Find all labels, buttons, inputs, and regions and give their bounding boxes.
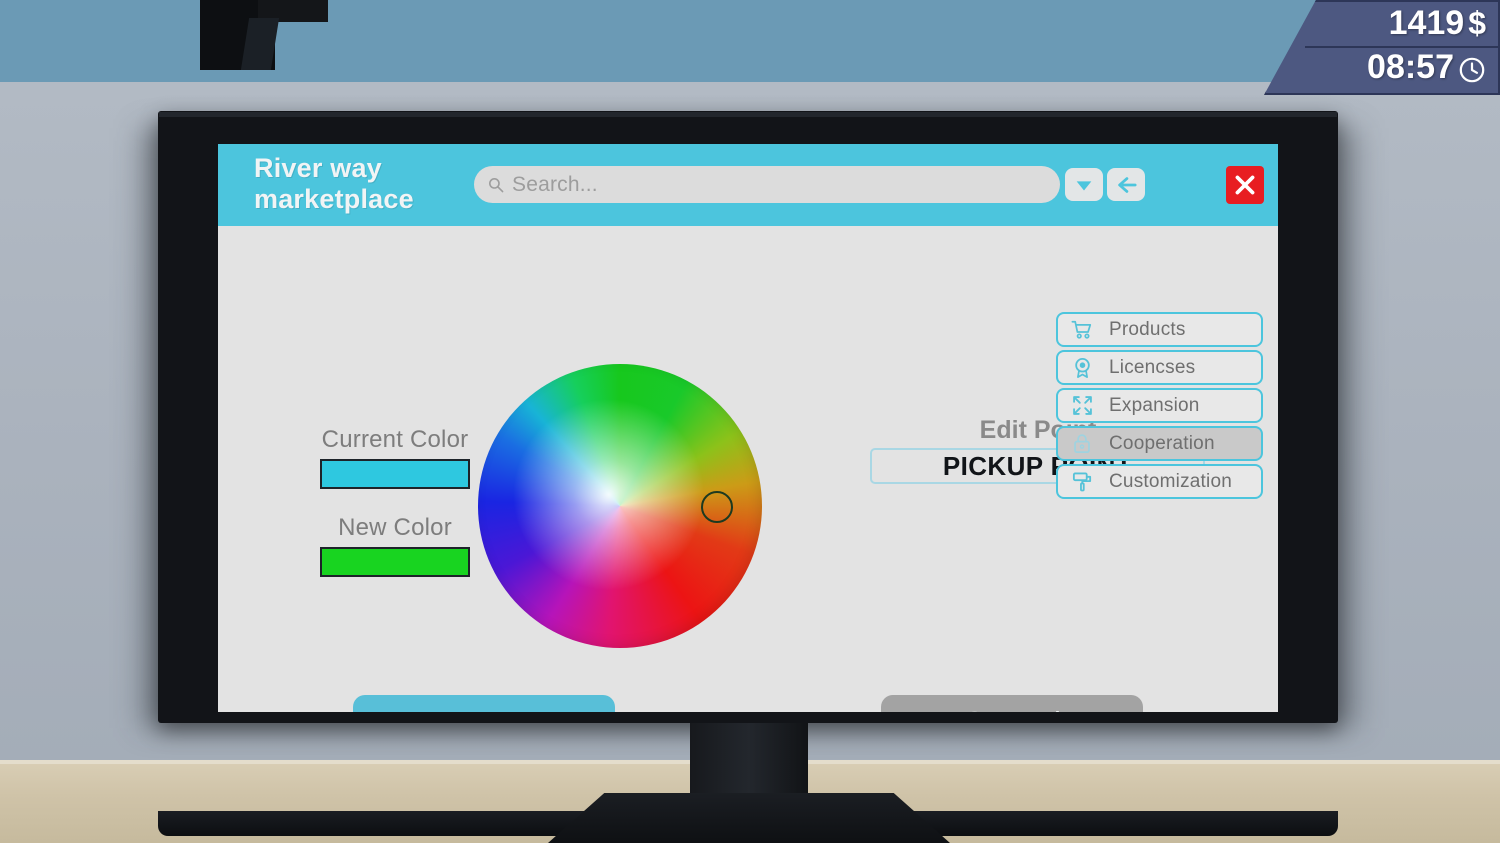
color-wheel-selector[interactable] [701, 491, 733, 523]
chevron-down-icon [1076, 180, 1092, 190]
back-arrow-icon [1118, 176, 1137, 193]
hud-time: 08:57 [1367, 48, 1486, 87]
dollar-icon: $ [1468, 5, 1486, 41]
monitor-stand-base [548, 793, 950, 843]
dropdown-button[interactable] [1065, 168, 1103, 201]
monitor-top-bevel [159, 112, 1337, 117]
clock-icon [1458, 54, 1486, 82]
app-header: River way marketplace Search... [218, 144, 1278, 226]
padlock-icon [1065, 430, 1099, 458]
menu-item-label: Customization [1109, 470, 1232, 492]
screen-content: River way marketplace Search... Current … [218, 144, 1278, 712]
app-title-line-1: River way [254, 153, 382, 183]
app-title-line-2: marketplace [254, 184, 414, 214]
new-color-label: New Color [338, 514, 452, 541]
color-wheel-area[interactable] [478, 364, 766, 652]
shopping-cart-icon [1065, 316, 1099, 344]
close-button[interactable] [1226, 166, 1264, 204]
current-color-swatch [320, 459, 470, 489]
menu-item-label: Cooperation [1109, 432, 1215, 454]
cancel-button[interactable]: Cancel [881, 695, 1143, 712]
search-placeholder-text: Search... [512, 172, 598, 196]
paint-roller-icon [1065, 468, 1099, 496]
close-x-icon [1235, 175, 1255, 195]
menu-item-customization[interactable]: Customization [1056, 464, 1263, 499]
menu-item-label: Licencses [1109, 356, 1196, 378]
app-body: Current Color New Color Edit Point PICKU… [218, 226, 1278, 712]
menu-item-expansion[interactable]: Expansion [1056, 388, 1263, 423]
menu-item-label: Products [1109, 318, 1186, 340]
menu-item-products[interactable]: Products [1056, 312, 1263, 347]
search-input[interactable]: Search... [474, 166, 1060, 203]
expand-arrows-icon [1065, 392, 1099, 420]
menu-item-label: Expansion [1109, 394, 1200, 416]
hud-money: 1419 $ [1389, 4, 1486, 43]
hud-money-value: 1419 [1388, 4, 1465, 42]
award-seal-icon [1065, 354, 1099, 382]
color-swatch-group: Current Color New Color [295, 426, 495, 602]
search-icon [488, 177, 504, 193]
accept-button[interactable]: Accept [353, 695, 615, 712]
menu-item-licencses[interactable]: Licencses [1056, 350, 1263, 385]
monitor-stand-neck [690, 723, 808, 800]
hud-panel: 1419 $ 08:57 [1264, 0, 1500, 95]
app-title: River way marketplace [254, 153, 484, 215]
hud-time-value: 08:57 [1367, 48, 1454, 86]
cancel-button-label: Cancel [963, 705, 1061, 712]
category-menu: Products Licencses Expansion Cooperation Cus… [1056, 312, 1263, 502]
menu-item-cooperation[interactable]: Cooperation [1056, 426, 1263, 461]
new-color-swatch [320, 547, 470, 577]
current-color-label: Current Color [321, 426, 469, 453]
accept-button-label: Accept [436, 705, 533, 712]
back-button[interactable] [1107, 168, 1145, 201]
